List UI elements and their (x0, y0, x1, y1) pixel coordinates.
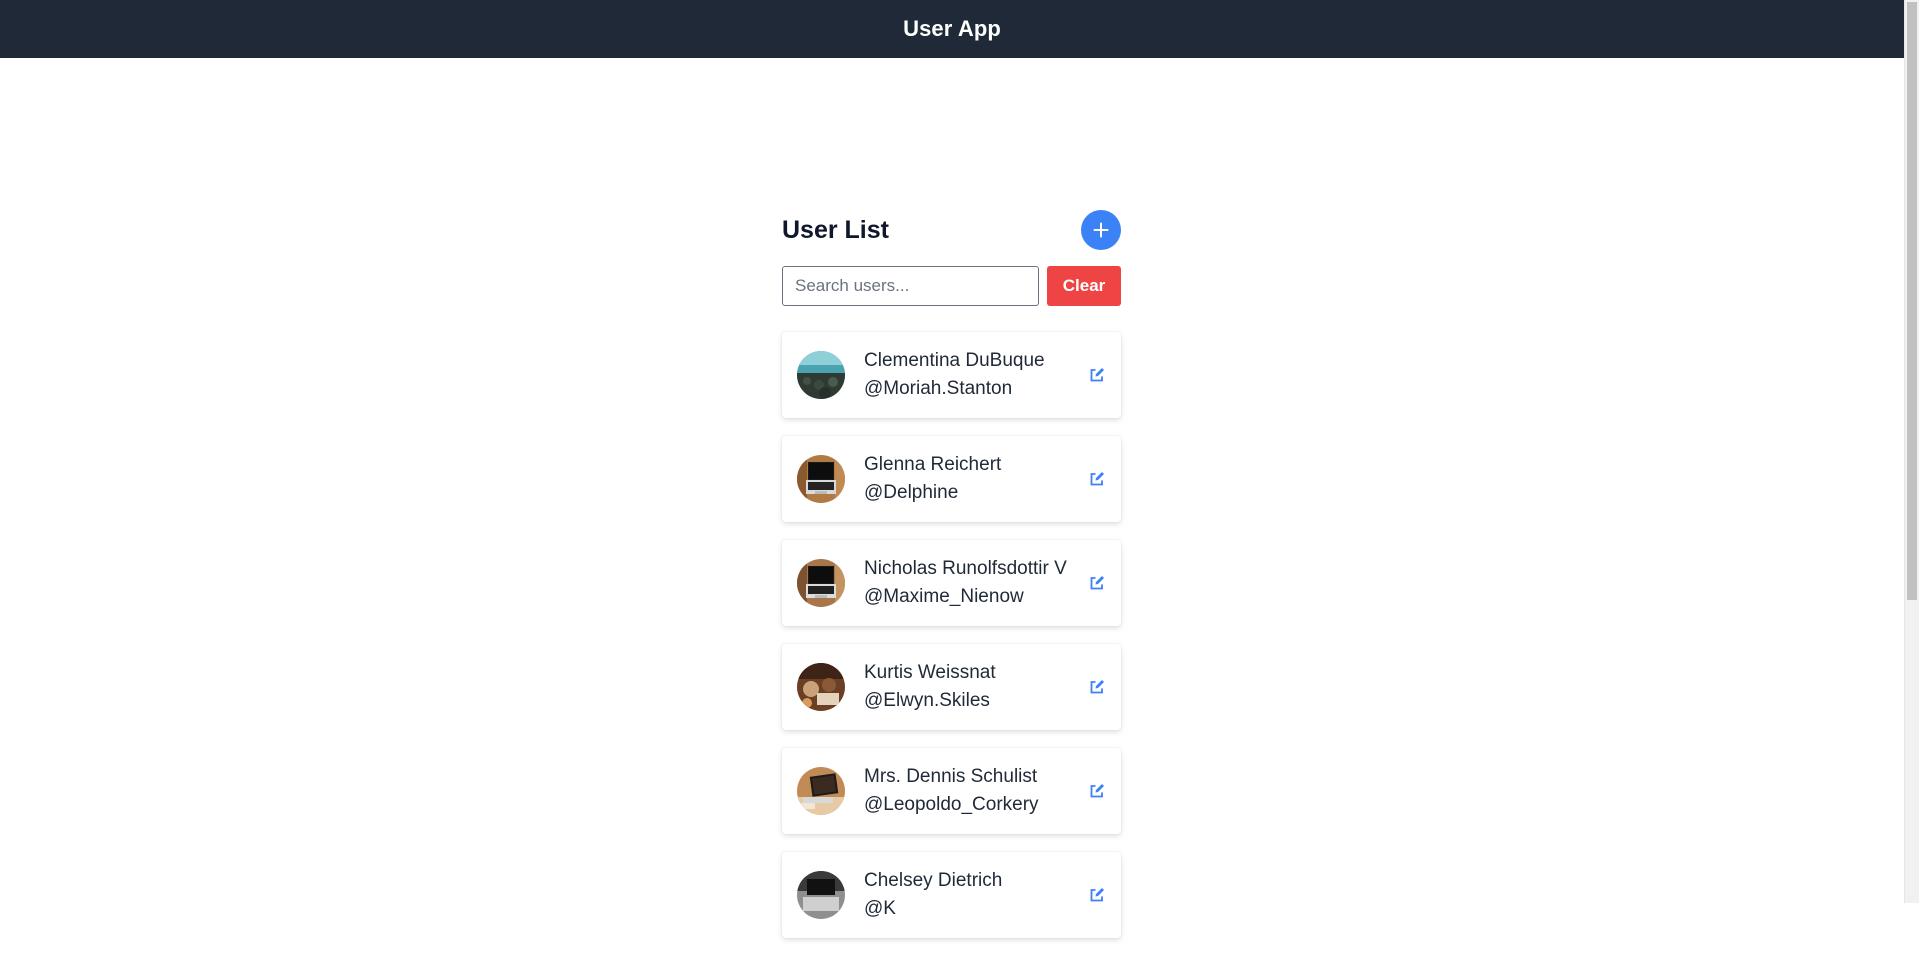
edit-user-button[interactable] (1085, 779, 1109, 803)
edit-icon (1090, 576, 1104, 590)
user-info: Clementina DuBuque @Moriah.Stanton (864, 347, 1085, 403)
edit-icon (1090, 472, 1104, 486)
user-card: Chelsey Dietrich @K (782, 852, 1121, 938)
edit-user-button[interactable] (1085, 571, 1109, 595)
avatar (797, 871, 845, 919)
user-list: Clementina DuBuque @Moriah.Stanton Glenn… (782, 332, 1121, 938)
edit-icon (1090, 368, 1104, 382)
edit-user-button[interactable] (1085, 675, 1109, 699)
clear-button[interactable]: Clear (1047, 266, 1121, 306)
user-name: Clementina DuBuque (864, 350, 1045, 371)
user-info: Nicholas Runolfsdottir V @Maxime_Nienow (864, 555, 1085, 611)
user-name: Kurtis Weissnat (864, 662, 996, 683)
user-handle: @Elwyn.Skiles (864, 690, 990, 711)
user-handle: @Moriah.Stanton (864, 378, 1013, 399)
app-header: User App (0, 0, 1904, 58)
user-handle: @K (864, 898, 896, 919)
user-info: Chelsey Dietrich @K (864, 867, 1085, 923)
user-info: Mrs. Dennis Schulist @Leopoldo_Corkery (864, 763, 1085, 819)
avatar (797, 663, 845, 711)
user-name: Chelsey Dietrich (864, 870, 1003, 891)
user-name: Mrs. Dennis Schulist (864, 766, 1038, 787)
search-input[interactable] (782, 266, 1039, 306)
avatar (797, 559, 845, 607)
user-handle: @Leopoldo_Corkery (864, 794, 1039, 815)
user-info: Glenna Reichert @Delphine (864, 451, 1085, 507)
edit-user-button[interactable] (1085, 363, 1109, 387)
user-handle: @Maxime_Nienow (864, 586, 1024, 607)
user-card: Nicholas Runolfsdottir V @Maxime_Nienow (782, 540, 1121, 626)
edit-icon (1090, 680, 1104, 694)
add-user-button[interactable] (1081, 210, 1121, 250)
page-title: User List (782, 215, 889, 244)
user-handle: @Delphine (864, 482, 959, 503)
scrollbar-thumb[interactable] (1907, 2, 1917, 600)
edit-icon (1090, 784, 1104, 798)
user-name: Glenna Reichert (864, 454, 1002, 475)
avatar (797, 767, 845, 815)
plus-icon (1093, 222, 1109, 238)
edit-user-button[interactable] (1085, 467, 1109, 491)
page-scrollbar[interactable] (1904, 0, 1919, 903)
user-list-panel: User List Clear (782, 208, 1121, 956)
avatar (797, 455, 845, 503)
edit-user-button[interactable] (1085, 883, 1109, 907)
avatar (797, 351, 845, 399)
user-name: Nicholas Runolfsdottir V (864, 558, 1067, 579)
user-card: Mrs. Dennis Schulist @Leopoldo_Corkery (782, 748, 1121, 834)
app-title: User App (903, 16, 1001, 41)
user-card: Clementina DuBuque @Moriah.Stanton (782, 332, 1121, 418)
edit-icon (1090, 888, 1104, 902)
panel-header: User List (782, 208, 1121, 252)
search-row: Clear (782, 266, 1121, 306)
user-card: Kurtis Weissnat @Elwyn.Skiles (782, 644, 1121, 730)
user-info: Kurtis Weissnat @Elwyn.Skiles (864, 659, 1085, 715)
user-card: Glenna Reichert @Delphine (782, 436, 1121, 522)
